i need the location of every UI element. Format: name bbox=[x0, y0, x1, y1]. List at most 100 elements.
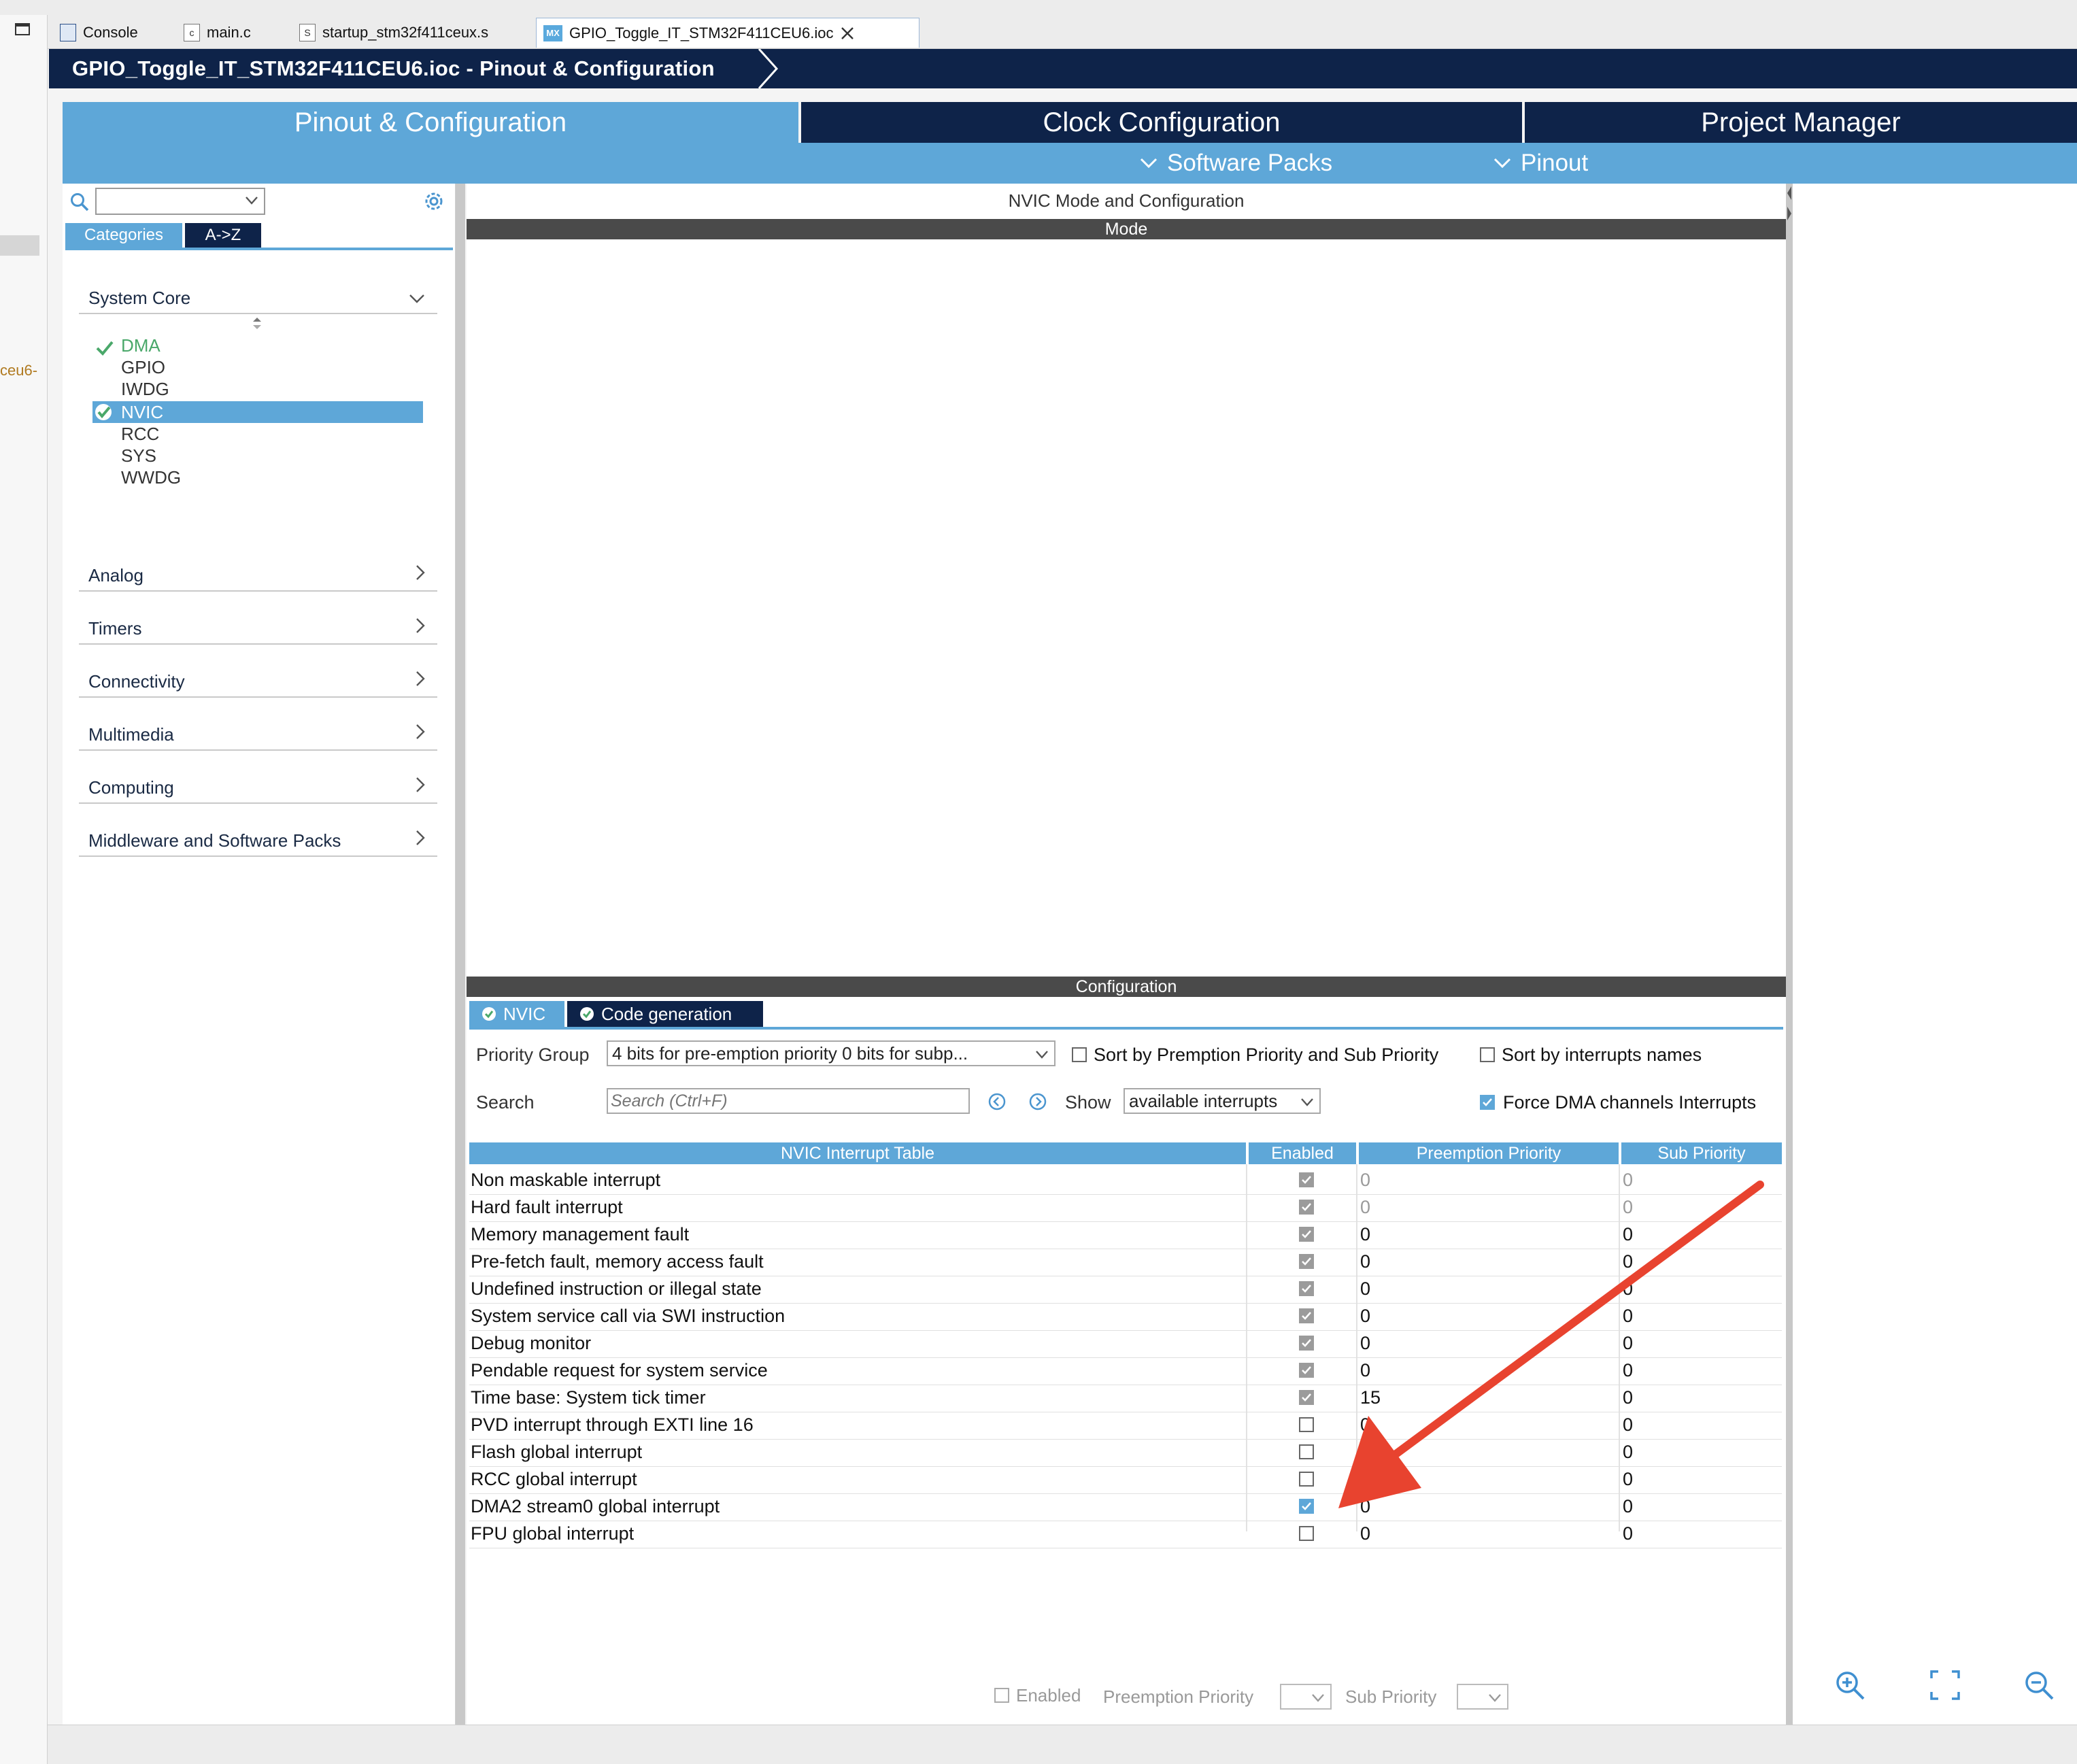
footer-enabled-checkbox[interactable] bbox=[994, 1688, 1009, 1703]
close-icon[interactable] bbox=[840, 26, 855, 41]
asm-file-icon: S bbox=[299, 24, 316, 41]
tab-clock-configuration[interactable]: Clock Configuration bbox=[801, 102, 1522, 143]
footer-preemption-label: Preemption Priority bbox=[1103, 1686, 1254, 1707]
check-circle-icon bbox=[482, 1007, 496, 1021]
footer-sub-select[interactable] bbox=[1457, 1684, 1508, 1710]
enabled-checkbox bbox=[1299, 1227, 1314, 1242]
peripheral-dma[interactable]: DMA bbox=[121, 335, 161, 356]
search-previous-icon[interactable] bbox=[987, 1092, 1007, 1111]
search-icon[interactable] bbox=[69, 192, 90, 212]
peripheral-rcc[interactable]: RCC bbox=[121, 423, 159, 445]
tab-project-manager[interactable]: Project Manager bbox=[1525, 102, 2077, 143]
main-tabs: Pinout & Configuration Clock Configurati… bbox=[63, 102, 2077, 143]
enabled-checkbox[interactable] bbox=[1299, 1526, 1314, 1541]
col-header-preemption[interactable]: Preemption Priority bbox=[1359, 1142, 1619, 1164]
sort-names-checkbox[interactable] bbox=[1480, 1047, 1495, 1062]
category-analog[interactable]: Analog bbox=[79, 539, 437, 592]
force-dma-label: Force DMA channels Interrupts bbox=[1503, 1092, 1757, 1113]
sort-toggle-icon[interactable] bbox=[250, 316, 264, 332]
footer-preemption-select[interactable] bbox=[1280, 1684, 1332, 1710]
interrupt-name: Pre-fetch fault, memory access fault bbox=[471, 1251, 764, 1272]
left-margin-panel: ceu6- bbox=[0, 15, 48, 1764]
enabled-checkbox[interactable] bbox=[1299, 1499, 1314, 1514]
interrupt-name: PVD interrupt through EXTI line 16 bbox=[471, 1414, 754, 1435]
interrupt-name: DMA2 stream0 global interrupt bbox=[471, 1496, 720, 1516]
chevron-right-icon bbox=[416, 724, 425, 739]
footer-enabled-label: Enabled bbox=[1016, 1685, 1081, 1706]
editor-tab-bar: Console c main.c S startup_stm32f411ceux… bbox=[48, 15, 2077, 49]
interrupt-name: Undefined instruction or illegal state bbox=[471, 1278, 762, 1299]
category-computing[interactable]: Computing bbox=[79, 751, 437, 804]
pinout-view-panel bbox=[1793, 184, 2077, 1725]
software-packs-menu[interactable]: Software Packs bbox=[1140, 143, 1332, 184]
col-header-sub-priority[interactable]: Sub Priority bbox=[1621, 1142, 1782, 1164]
zoom-in-icon[interactable] bbox=[1834, 1669, 1866, 1701]
category-middleware[interactable]: Middleware and Software Packs bbox=[79, 804, 437, 857]
margin-highlight bbox=[0, 235, 39, 256]
category-timers[interactable]: Timers bbox=[79, 592, 437, 645]
sort-premption-label: Sort by Premption Priority and Sub Prior… bbox=[1094, 1045, 1439, 1065]
peripheral-sys[interactable]: SYS bbox=[121, 445, 156, 467]
category-label: Connectivity bbox=[88, 671, 185, 692]
peripheral-nvic[interactable]: NVIC bbox=[121, 401, 163, 423]
search-next-icon[interactable] bbox=[1028, 1092, 1047, 1111]
chevron-down-icon bbox=[1036, 1051, 1048, 1059]
search-input[interactable] bbox=[95, 188, 265, 215]
zoom-out-icon[interactable] bbox=[2023, 1669, 2055, 1701]
interrupt-name: System service call via SWI instruction bbox=[471, 1306, 786, 1326]
enabled-checkbox bbox=[1299, 1281, 1314, 1296]
tab-pinout-configuration[interactable]: Pinout & Configuration bbox=[63, 102, 798, 143]
show-select[interactable]: available interrupts bbox=[1124, 1088, 1321, 1114]
enabled-checkbox[interactable] bbox=[1299, 1472, 1314, 1487]
enabled-checkbox[interactable] bbox=[1299, 1444, 1314, 1459]
editor-tab-main-c[interactable]: c main.c bbox=[177, 18, 258, 48]
interrupt-name: Pendable request for system service bbox=[471, 1360, 768, 1380]
tab-categories-label: Categories bbox=[84, 226, 164, 244]
minimize-icon[interactable] bbox=[15, 23, 30, 35]
sort-names-label: Sort by interrupts names bbox=[1502, 1045, 1702, 1065]
sort-premption-checkbox[interactable] bbox=[1072, 1047, 1087, 1062]
enabled-checkbox bbox=[1299, 1363, 1314, 1378]
peripheral-iwdg[interactable]: IWDG bbox=[121, 378, 169, 400]
software-packs-label: Software Packs bbox=[1167, 150, 1333, 176]
tab-a-z-label: A->Z bbox=[205, 226, 241, 244]
breadcrumb-chevron-icon bbox=[755, 49, 782, 88]
col-header-enabled[interactable]: Enabled bbox=[1249, 1142, 1356, 1164]
priority-group-label: Priority Group bbox=[476, 1045, 590, 1065]
editor-tab-console[interactable]: Console bbox=[53, 18, 145, 48]
tab-code-generation[interactable]: Code generation bbox=[567, 1001, 763, 1027]
priority-group-select[interactable]: 4 bits for pre-emption priority 0 bits f… bbox=[607, 1040, 1056, 1066]
col-header-interrupt[interactable]: NVIC Interrupt Table bbox=[469, 1142, 1246, 1164]
enabled-checkbox[interactable] bbox=[1299, 1417, 1314, 1432]
fit-screen-icon[interactable] bbox=[1930, 1670, 1960, 1700]
category-connectivity[interactable]: Connectivity bbox=[79, 645, 437, 698]
category-multimedia[interactable]: Multimedia bbox=[79, 698, 437, 751]
chevron-down-icon bbox=[1493, 158, 1511, 169]
interrupt-search-input[interactable] bbox=[607, 1088, 970, 1114]
gear-icon[interactable] bbox=[422, 189, 446, 214]
interrupt-name: Non maskable interrupt bbox=[471, 1170, 661, 1190]
tab-a-z[interactable]: A->Z bbox=[185, 223, 261, 248]
editor-tab-ioc[interactable]: MX GPIO_Toggle_IT_STM32F411CEU6.ioc bbox=[536, 18, 919, 48]
show-label: Show bbox=[1065, 1092, 1111, 1113]
enabled-checkbox bbox=[1299, 1172, 1314, 1187]
peripheral-gpio[interactable]: GPIO bbox=[121, 356, 165, 378]
chevron-right-icon bbox=[416, 830, 425, 845]
left-panel-splitter[interactable] bbox=[456, 184, 465, 1725]
editor-tab-startup[interactable]: S startup_stm32f411ceux.s bbox=[292, 18, 495, 48]
page-title: GPIO_Toggle_IT_STM32F411CEU6.ioc - Pinou… bbox=[72, 56, 715, 80]
status-bar bbox=[48, 1725, 2077, 1764]
right-panel-splitter[interactable] bbox=[1786, 184, 1793, 1725]
pinout-menu[interactable]: Pinout bbox=[1493, 143, 1588, 184]
tab-categories[interactable]: Categories bbox=[65, 223, 182, 248]
category-system-core[interactable]: System Core bbox=[79, 261, 437, 314]
title-bar: GPIO_Toggle_IT_STM32F411CEU6.ioc - Pinou… bbox=[49, 49, 2077, 88]
peripheral-wwdg[interactable]: WWDG bbox=[121, 467, 181, 488]
tab-label: Pinout & Configuration bbox=[294, 107, 567, 137]
mode-header: Mode bbox=[467, 219, 1786, 239]
interrupt-name: FPU global interrupt bbox=[471, 1523, 635, 1544]
chevron-down-icon bbox=[409, 294, 424, 303]
editor-tab-label: GPIO_Toggle_IT_STM32F411CEU6.ioc bbox=[569, 24, 834, 41]
force-dma-checkbox[interactable] bbox=[1480, 1095, 1495, 1110]
tab-nvic[interactable]: NVIC bbox=[469, 1001, 564, 1027]
